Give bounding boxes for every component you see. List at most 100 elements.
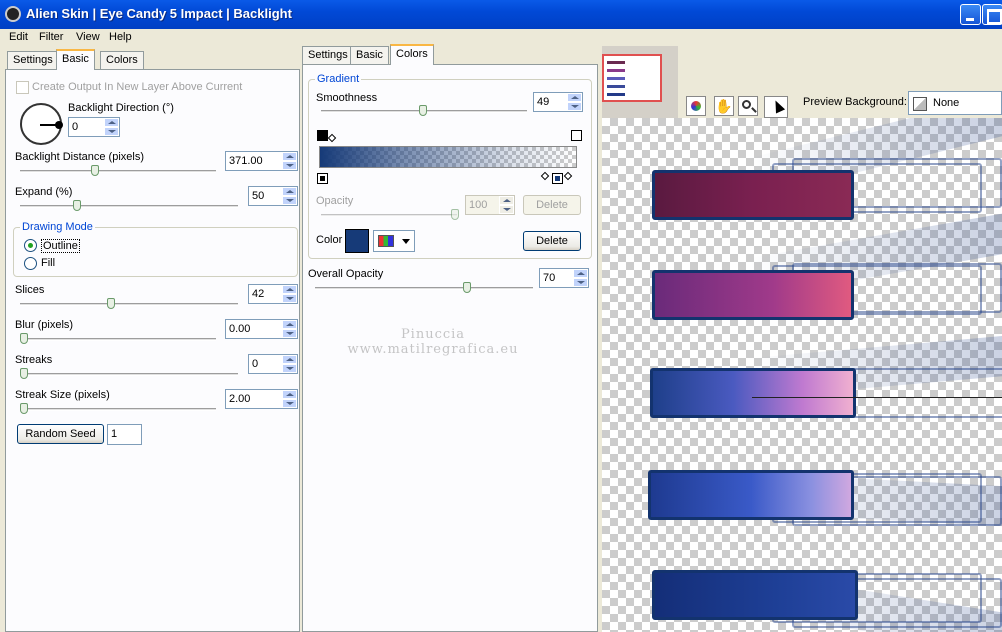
opacity-input[interactable]: 100: [465, 195, 515, 215]
direction-input[interactable]: 0: [68, 117, 120, 137]
maximize-button[interactable]: [982, 4, 1002, 25]
direction-up-arrow[interactable]: [104, 118, 119, 127]
blur-up-arrow[interactable]: [282, 320, 297, 329]
expand-slider-thumb[interactable]: [73, 200, 81, 211]
midpoint-marker-right2-icon[interactable]: [563, 171, 573, 181]
color-marker-selected[interactable]: [552, 173, 563, 184]
preview-background-select[interactable]: None: [908, 91, 1002, 115]
smoothness-value: 49: [537, 96, 550, 108]
color-picker-button[interactable]: [373, 230, 415, 252]
preview-canvas[interactable]: [602, 118, 1002, 632]
overall-opacity-slider[interactable]: [315, 287, 533, 290]
tab-basic[interactable]: Basic: [56, 49, 95, 70]
distance-input[interactable]: 371.00: [225, 151, 298, 171]
streaks-down-arrow[interactable]: [282, 364, 297, 373]
outline-label[interactable]: Outline: [41, 239, 80, 253]
distance-up-arrow[interactable]: [282, 152, 297, 161]
fill-label[interactable]: Fill: [41, 257, 55, 269]
outline-radio[interactable]: [24, 239, 37, 252]
arrow-pointer-icon[interactable]: [764, 96, 788, 118]
zoom-icon[interactable]: [738, 96, 758, 116]
distance-slider[interactable]: [20, 170, 216, 173]
slices-slider-thumb[interactable]: [107, 298, 115, 309]
streak-size-slider-thumb[interactable]: [20, 403, 28, 414]
slices-slider[interactable]: [20, 303, 238, 306]
palette-icon: [378, 235, 394, 247]
slices-input[interactable]: 42: [248, 284, 298, 304]
opacity-value: 100: [469, 199, 488, 211]
distance-slider-thumb[interactable]: [91, 165, 99, 176]
overall-opacity-down-arrow[interactable]: [573, 278, 588, 287]
direction-dial[interactable]: [20, 103, 63, 145]
random-seed-input[interactable]: 1: [107, 424, 142, 445]
streak-size-slider[interactable]: [20, 408, 216, 411]
slices-down-arrow[interactable]: [282, 294, 297, 303]
navigator-thumbnail[interactable]: [602, 46, 678, 118]
expand-input[interactable]: 50: [248, 186, 298, 206]
random-seed-value: 1: [111, 428, 118, 440]
menu-filter[interactable]: Filter: [39, 31, 63, 43]
opacity-slider-thumb[interactable]: [451, 209, 459, 220]
smoothness-down-arrow[interactable]: [567, 102, 582, 111]
tab-settings-2[interactable]: Settings: [302, 46, 354, 64]
opacity-slider[interactable]: [321, 214, 457, 217]
watermark-line2: www.matilregrafica.eu: [347, 342, 519, 357]
title-bar: Alien Skin | Eye Candy 5 Impact | Backli…: [0, 0, 1002, 29]
preview-bar-1: [652, 170, 854, 220]
minimize-button[interactable]: [960, 4, 981, 25]
menu-view[interactable]: View: [76, 31, 100, 43]
blur-down-arrow[interactable]: [282, 329, 297, 338]
streak-size-down-arrow[interactable]: [282, 399, 297, 408]
slices-up-arrow[interactable]: [282, 285, 297, 294]
preview-guide-line: [752, 397, 1002, 398]
overall-opacity-input[interactable]: 70: [539, 268, 589, 288]
smoothness-slider-thumb[interactable]: [419, 105, 427, 116]
expand-slider[interactable]: [20, 205, 238, 208]
navigator-icon[interactable]: [686, 96, 706, 116]
blur-label: Blur (pixels): [15, 319, 74, 331]
blur-slider-thumb[interactable]: [20, 333, 28, 344]
opacity-down-arrow[interactable]: [499, 205, 514, 214]
delete-opacity-button[interactable]: Delete: [523, 195, 581, 215]
tab-settings[interactable]: Settings: [7, 51, 59, 69]
smoothness-input[interactable]: 49: [533, 92, 583, 112]
streaks-up-arrow[interactable]: [282, 355, 297, 364]
distance-down-arrow[interactable]: [282, 161, 297, 170]
color-swatch[interactable]: [344, 228, 370, 254]
tab-colors-2[interactable]: Colors: [390, 44, 434, 65]
streak-size-up-arrow[interactable]: [282, 390, 297, 399]
watermark: Pinuccia www.matilregrafica.eu: [333, 327, 533, 357]
tab-basic-2[interactable]: Basic: [350, 46, 389, 64]
blur-input[interactable]: 0.00: [225, 319, 298, 339]
hand-icon[interactable]: ✋: [714, 96, 734, 116]
delete-color-button[interactable]: Delete: [523, 231, 581, 251]
color-marker-left[interactable]: [317, 173, 328, 184]
opacity-marker-left[interactable]: [317, 130, 328, 141]
midpoint-marker-icon[interactable]: [327, 133, 337, 143]
opacity-marker-right[interactable]: [571, 130, 582, 141]
overall-opacity-label: Overall Opacity: [308, 268, 384, 280]
random-seed-button[interactable]: Random Seed: [17, 424, 104, 444]
overall-opacity-slider-thumb[interactable]: [463, 282, 471, 293]
opacity-up-arrow[interactable]: [499, 196, 514, 205]
streaks-input[interactable]: 0: [248, 354, 298, 374]
create-output-checkbox[interactable]: [16, 81, 29, 94]
streaks-slider[interactable]: [20, 373, 238, 376]
tab-colors[interactable]: Colors: [100, 51, 144, 69]
menu-edit[interactable]: Edit: [9, 31, 28, 43]
midpoint-marker-right-icon[interactable]: [540, 171, 550, 181]
streaks-slider-thumb[interactable]: [20, 368, 28, 379]
direction-down-arrow[interactable]: [104, 127, 119, 136]
color-label: Color: [316, 234, 343, 246]
expand-up-arrow[interactable]: [282, 187, 297, 196]
gradient-bar[interactable]: [319, 146, 577, 168]
streak-size-value: 2.00: [229, 393, 251, 405]
streak-size-input[interactable]: 2.00: [225, 389, 298, 409]
blur-slider[interactable]: [20, 338, 216, 341]
overall-opacity-up-arrow[interactable]: [573, 269, 588, 278]
menu-help[interactable]: Help: [109, 31, 132, 43]
fill-radio[interactable]: [24, 257, 37, 270]
expand-down-arrow[interactable]: [282, 196, 297, 205]
preview-background-value: None: [933, 97, 960, 109]
smoothness-up-arrow[interactable]: [567, 93, 582, 102]
